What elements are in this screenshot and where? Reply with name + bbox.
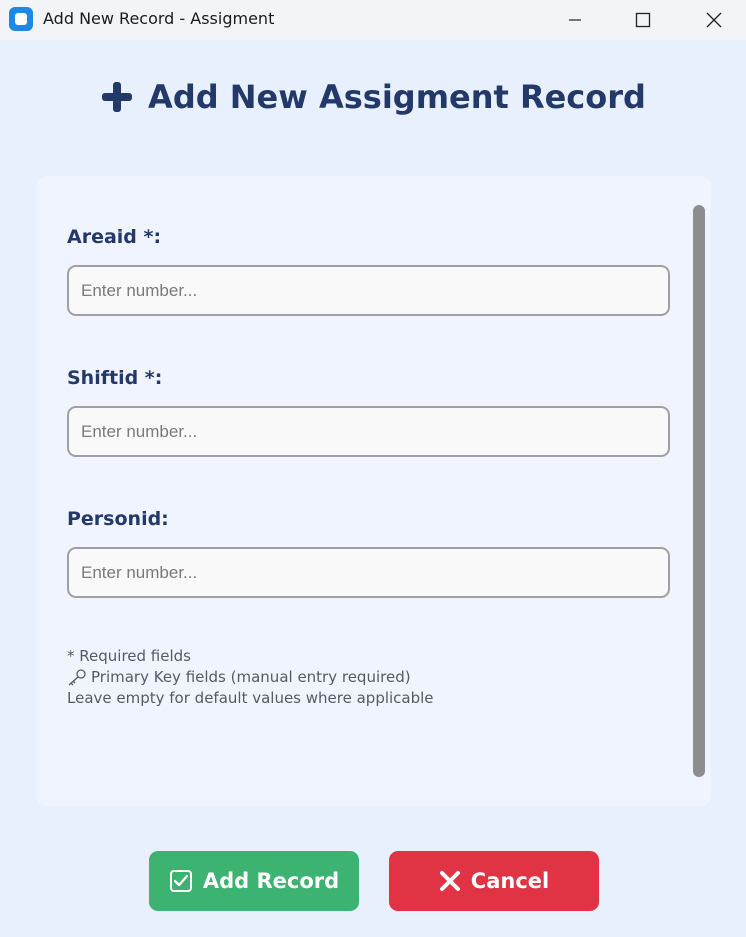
defaults-note-text: Leave empty for default values where app… bbox=[67, 689, 434, 707]
page-heading: Add New Assigment Record bbox=[0, 72, 746, 122]
plus-icon bbox=[102, 82, 133, 112]
primary-key-note-text: Primary Key fields (manual entry require… bbox=[91, 668, 411, 686]
close-icon bbox=[706, 12, 722, 28]
shiftid-input[interactable] bbox=[67, 406, 670, 457]
help-text: * Required fields Primary Key fields (ma… bbox=[67, 646, 434, 709]
cancel-label: Cancel bbox=[470, 869, 550, 893]
key-icon bbox=[68, 668, 86, 685]
required-note-text: * Required fields bbox=[67, 647, 191, 665]
areaid-input[interactable] bbox=[67, 265, 670, 316]
areaid-label: Areaid *: bbox=[67, 226, 162, 248]
scrollbar[interactable] bbox=[693, 205, 705, 777]
primary-key-note: Primary Key fields (manual entry require… bbox=[67, 667, 434, 688]
minimize-button[interactable] bbox=[552, 0, 598, 40]
shiftid-label: Shiftid *: bbox=[67, 367, 163, 389]
add-record-button[interactable]: Add Record bbox=[149, 851, 359, 911]
minimize-icon bbox=[569, 19, 581, 21]
personid-input[interactable] bbox=[67, 547, 670, 598]
close-button[interactable] bbox=[691, 0, 737, 40]
cancel-button[interactable]: Cancel bbox=[389, 851, 599, 911]
app-icon bbox=[9, 7, 33, 31]
defaults-note: Leave empty for default values where app… bbox=[67, 688, 434, 709]
checkbox-icon bbox=[169, 870, 192, 892]
maximize-button[interactable] bbox=[620, 0, 666, 40]
add-record-label: Add Record bbox=[202, 869, 340, 893]
close-x-icon bbox=[439, 871, 460, 891]
title-bar: Add New Record - Assigment bbox=[0, 0, 746, 40]
personid-label: Personid: bbox=[67, 508, 169, 530]
page-title: Add New Assigment Record bbox=[148, 78, 646, 116]
maximize-icon bbox=[635, 12, 651, 28]
window-title: Add New Record - Assigment bbox=[43, 9, 275, 28]
required-note: * Required fields bbox=[67, 646, 434, 667]
